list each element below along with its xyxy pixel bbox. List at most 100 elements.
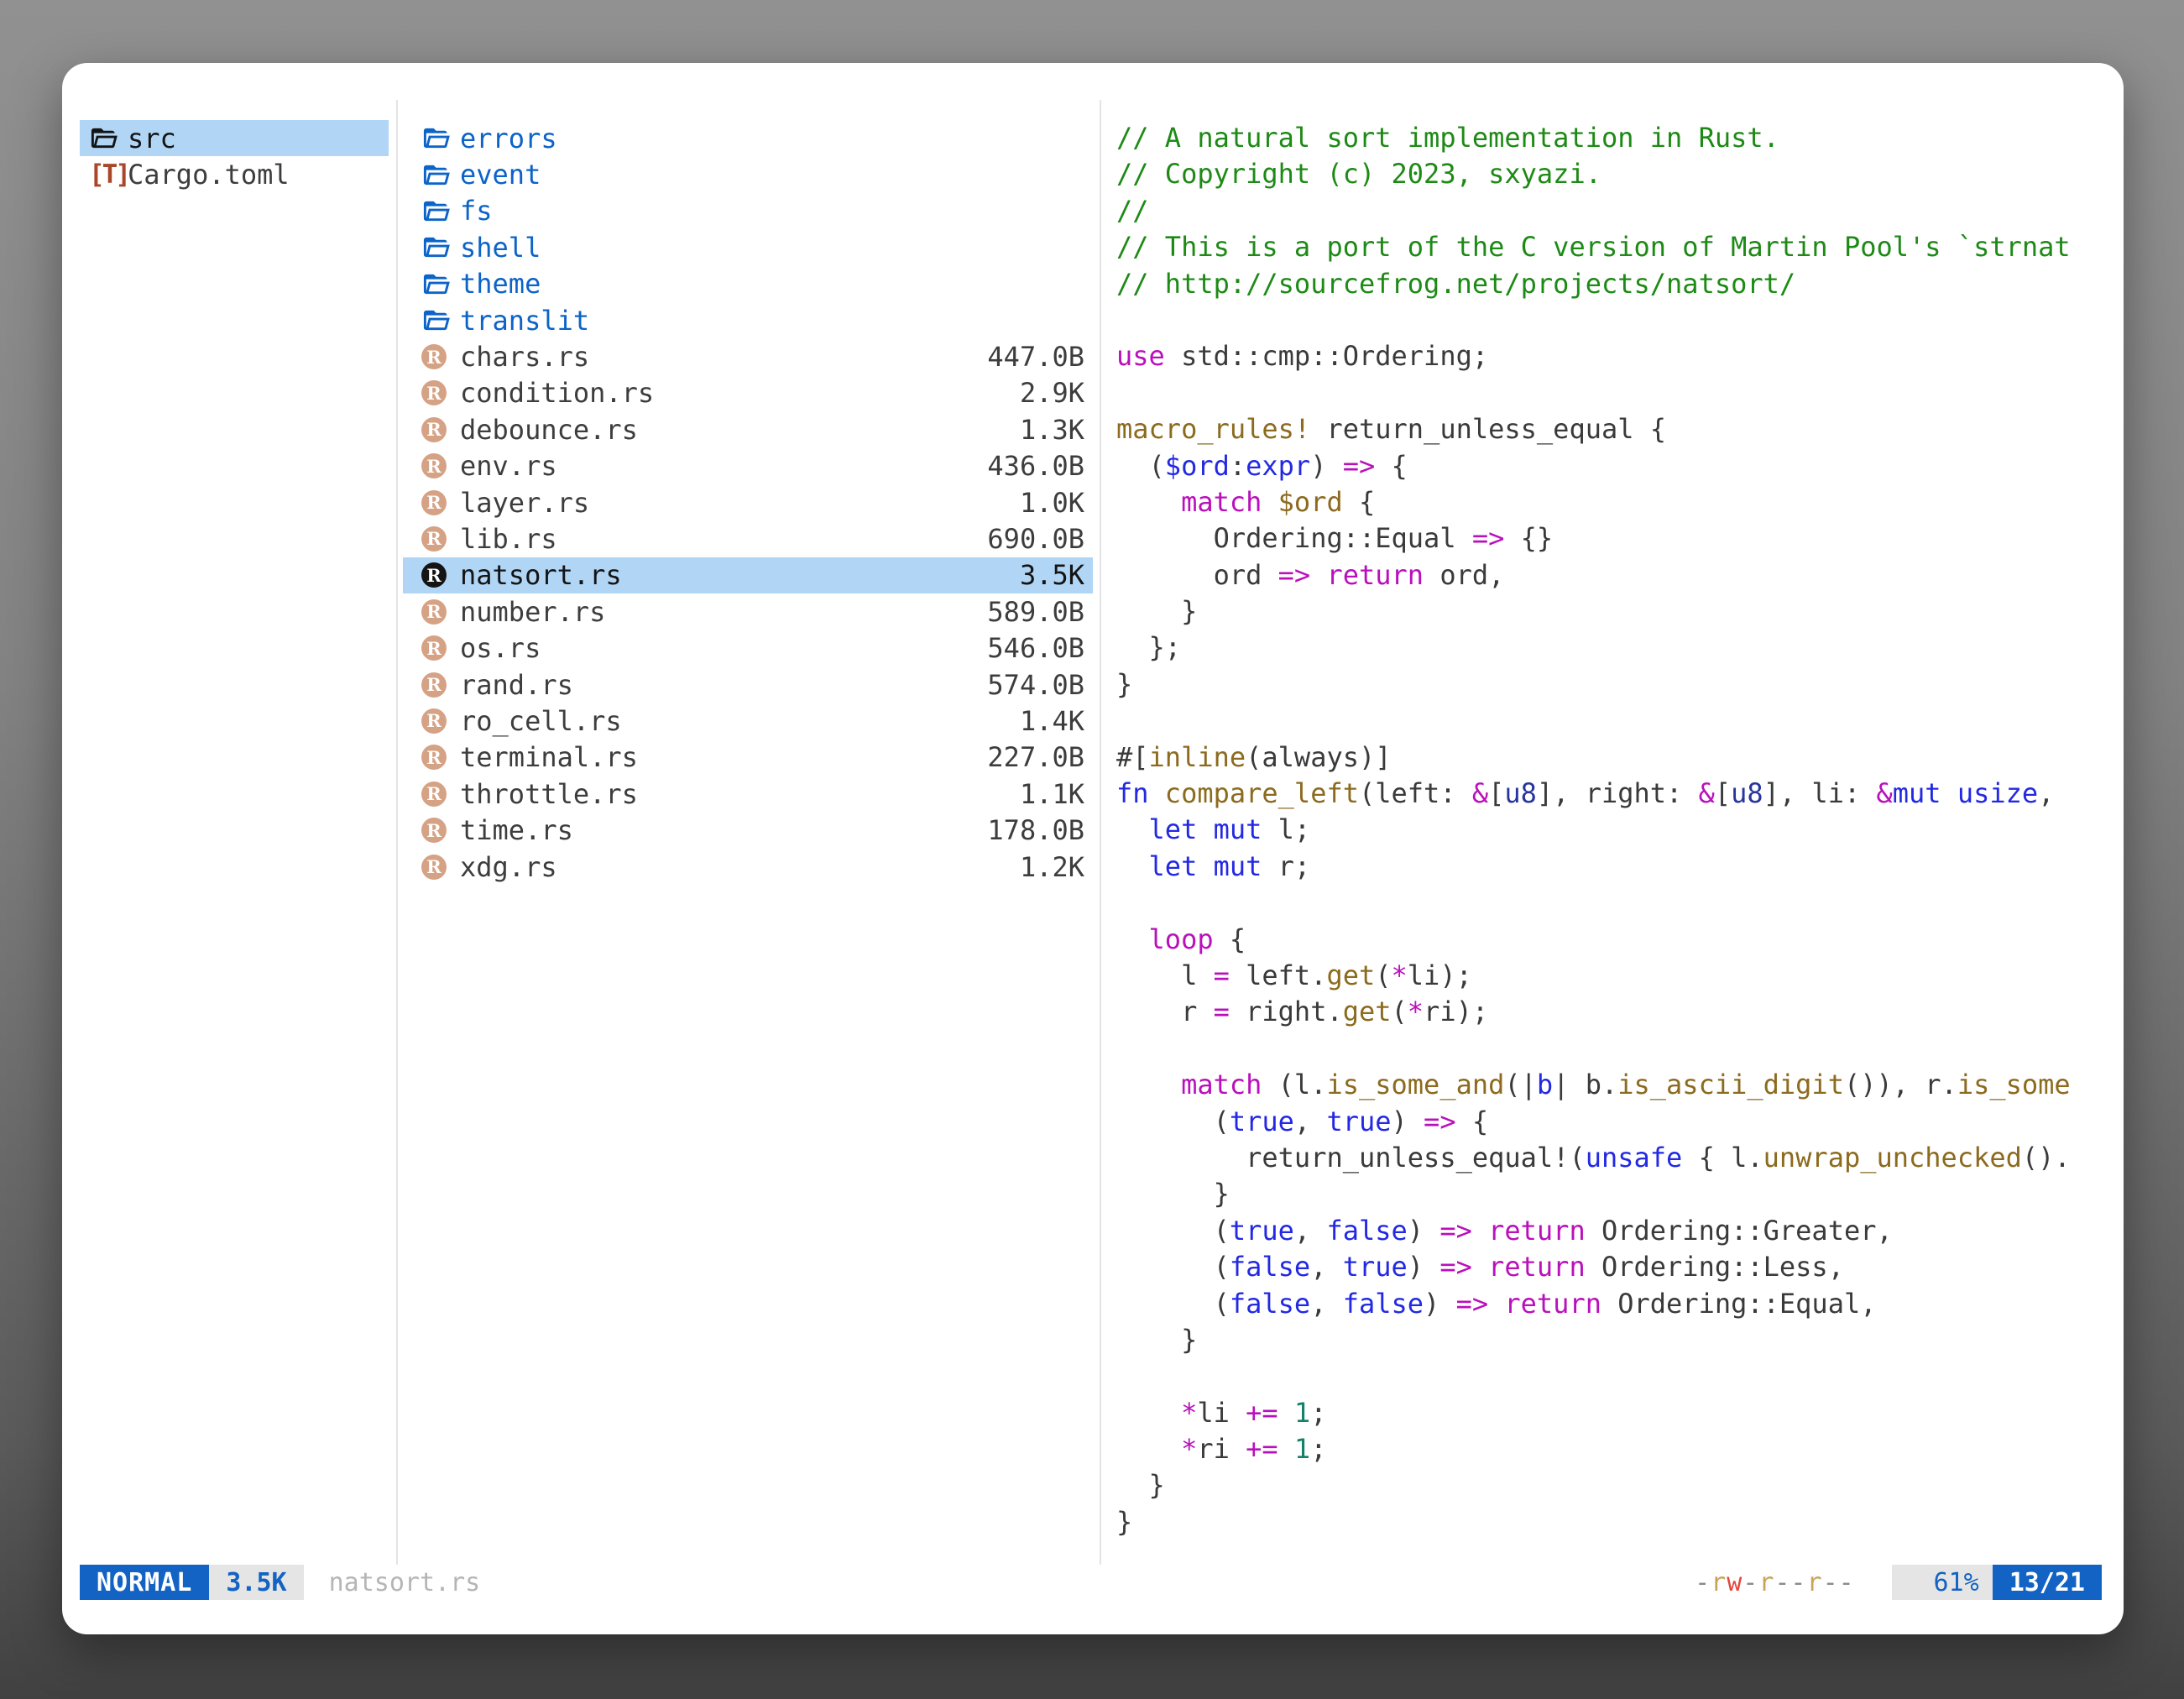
permission-token: r	[1758, 1568, 1774, 1597]
file-row-errors[interactable]: errors	[403, 120, 1093, 156]
file-row-event[interactable]: event	[403, 156, 1093, 192]
file-row-ro_cell.rs[interactable]: Rro_cell.rs 1.4K	[403, 703, 1093, 739]
file-icon-cell	[89, 123, 128, 153]
file-row-os.rs[interactable]: Ros.rs546.0B	[403, 630, 1093, 666]
file-icon-cell: R	[421, 453, 460, 478]
code-line: let mut r;	[1116, 849, 2124, 885]
file-size: 1.2K	[1020, 851, 1084, 883]
folder-icon	[421, 123, 451, 153]
file-row-shell[interactable]: shell	[403, 229, 1093, 265]
rust-file-icon: R	[421, 708, 447, 734]
file-icon-cell: R	[421, 344, 460, 369]
file-row-lib.rs[interactable]: Rlib.rs690.0B	[403, 520, 1093, 557]
file-name: debounce.rs	[460, 414, 638, 446]
file-row-Cargo.toml[interactable]: [T]Cargo.toml	[80, 156, 389, 192]
code-line: *ri += 1;	[1116, 1431, 2124, 1467]
file-row-time.rs[interactable]: Rtime.rs 178.0B	[403, 812, 1093, 848]
code-line: match (l.is_some_and(|b| b.is_ascii_digi…	[1116, 1067, 2124, 1103]
code-line: }	[1116, 1504, 2124, 1540]
file-row-translit[interactable]: translit	[403, 302, 1093, 338]
file-name: condition.rs	[460, 377, 654, 409]
file-size: 2.9K	[1020, 377, 1084, 409]
rust-file-icon: R	[421, 380, 447, 405]
file-preview-pane[interactable]: // A natural sort implementation in Rust…	[1116, 120, 2124, 1540]
file-size: 3.5K	[1020, 559, 1084, 591]
file-icon-cell	[421, 160, 460, 190]
file-icon-cell: R	[421, 526, 460, 552]
file-icon-cell: R	[421, 672, 460, 698]
code-line: loop {	[1116, 922, 2124, 958]
file-row-rand.rs[interactable]: Rrand.rs574.0B	[403, 667, 1093, 703]
file-row-terminal.rs[interactable]: Rterminal.rs 227.0B	[403, 740, 1093, 776]
file-name: chars.rs	[460, 341, 589, 373]
file-row-fs[interactable]: fs	[403, 193, 1093, 229]
file-row-xdg.rs[interactable]: Rxdg.rs1.2K	[403, 849, 1093, 885]
code-line: };	[1116, 630, 2124, 666]
file-size: 1.3K	[1020, 414, 1084, 446]
file-size: 1.1K	[1020, 778, 1084, 810]
file-size: 447.0B	[987, 341, 1084, 373]
file-size: 690.0B	[987, 523, 1084, 555]
code-line: // Copyright (c) 2023, sxyazi.	[1116, 156, 2124, 192]
file-name: throttle.rs	[460, 778, 638, 810]
code-line: // A natural sort implementation in Rust…	[1116, 120, 2124, 156]
file-row-throttle.rs[interactable]: Rthrottle.rs 1.1K	[403, 776, 1093, 812]
code-line: }	[1116, 1176, 2124, 1212]
file-row-condition.rs[interactable]: Rcondition.rs 2.9K	[403, 375, 1093, 411]
file-row-theme[interactable]: theme	[403, 266, 1093, 302]
file-permissions: -rw-r--r--	[1695, 1568, 1855, 1597]
permission-token: w	[1727, 1568, 1742, 1597]
file-name: errors	[460, 123, 557, 154]
code-line: // http://sourcefrog.net/projects/natsor…	[1116, 266, 2124, 302]
code-line: macro_rules! return_unless_equal {	[1116, 411, 2124, 447]
rust-file-icon: R	[421, 818, 447, 843]
rust-file-icon: R	[421, 782, 447, 807]
rust-file-icon: R	[421, 635, 447, 661]
file-icon-cell: R	[421, 490, 460, 515]
code-line: use std::cmp::Ordering;	[1116, 338, 2124, 374]
file-row-src[interactable]: src	[80, 120, 389, 156]
file-icon-cell: R	[421, 782, 460, 807]
parent-directory-pane: src[T]Cargo.toml	[80, 120, 389, 193]
file-name: theme	[460, 268, 541, 300]
code-line: Ordering::Equal => {}	[1116, 520, 2124, 557]
code-line	[1116, 375, 2124, 411]
file-size: 178.0B	[987, 814, 1084, 846]
status-filename: natsort.rs	[329, 1568, 481, 1597]
rust-file-icon: R	[421, 417, 447, 442]
file-row-chars.rs[interactable]: Rchars.rs 447.0B	[403, 338, 1093, 374]
file-name: ro_cell.rs	[460, 705, 622, 737]
file-name: natsort.rs	[460, 559, 622, 591]
file-name: time.rs	[460, 814, 573, 846]
file-icon-cell	[421, 196, 460, 226]
file-size: 436.0B	[987, 450, 1084, 482]
file-row-number.rs[interactable]: Rnumber.rs589.0B	[403, 593, 1093, 630]
code-line: }	[1116, 593, 2124, 630]
code-line	[1116, 885, 2124, 921]
rust-file-icon: R	[421, 599, 447, 625]
file-row-natsort.rs[interactable]: Rnatsort.rs 3.5K	[403, 557, 1093, 593]
rust-file-icon: R	[421, 672, 447, 698]
file-size: 227.0B	[987, 741, 1084, 773]
file-row-layer.rs[interactable]: Rlayer.rs1.0K	[403, 484, 1093, 520]
file-size: 1.4K	[1020, 705, 1084, 737]
code-line: let mut l;	[1116, 812, 2124, 848]
permission-token: -	[1695, 1568, 1711, 1597]
file-row-debounce.rs[interactable]: Rdebounce.rs 1.3K	[403, 411, 1093, 447]
folder-icon	[421, 233, 451, 262]
file-name: event	[460, 159, 541, 191]
code-line	[1116, 302, 2124, 338]
file-row-env.rs[interactable]: Renv.rs 436.0B	[403, 448, 1093, 484]
code-line: }	[1116, 1322, 2124, 1358]
code-line	[1116, 1031, 2124, 1067]
rust-file-icon: R	[421, 745, 447, 770]
file-name: terminal.rs	[460, 741, 638, 773]
file-icon-cell: R	[421, 562, 460, 588]
file-icon-cell: R	[421, 380, 460, 405]
permission-token: r	[1807, 1568, 1823, 1597]
mode-badge: NORMAL	[80, 1565, 209, 1600]
code-line: ord => return ord,	[1116, 557, 2124, 593]
pane-separator-right	[1100, 100, 1101, 1565]
code-line: return_unless_equal!(unsafe { l.unwrap_u…	[1116, 1140, 2124, 1176]
file-name: env.rs	[460, 450, 557, 482]
